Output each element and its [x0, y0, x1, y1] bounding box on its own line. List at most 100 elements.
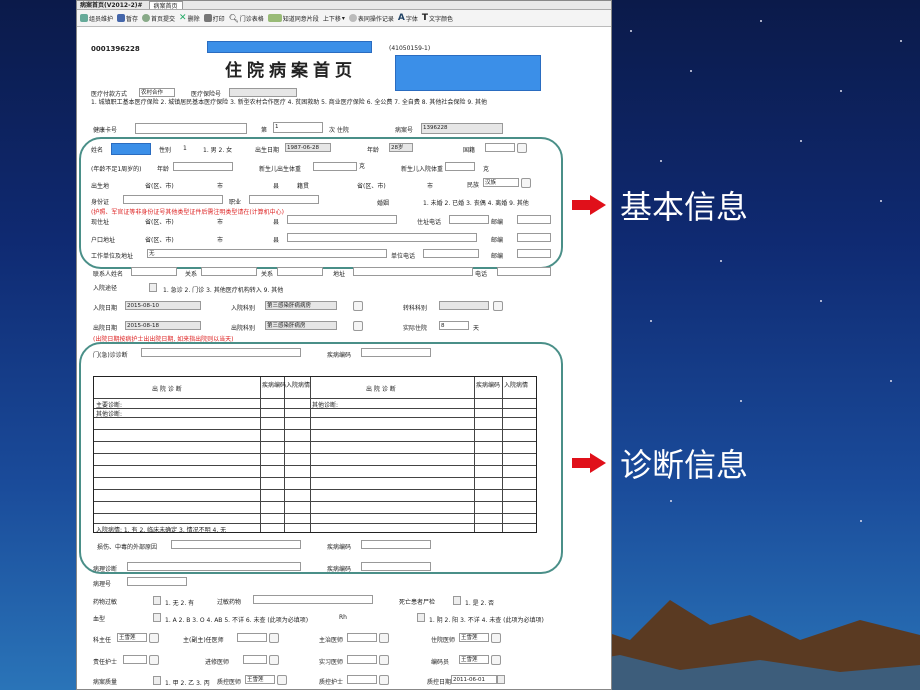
attending-label: 主治医师	[319, 637, 344, 644]
job-input[interactable]	[249, 195, 319, 204]
in-dept-input[interactable]: 第三感染肝病病房	[265, 301, 337, 310]
coder-input[interactable]: 王雪莲	[459, 655, 489, 664]
qc-doctor-pick-button[interactable]	[277, 675, 287, 685]
insurance-input[interactable]	[229, 88, 297, 97]
prov-label: 省(区、市)	[145, 183, 174, 190]
route-dropdown[interactable]	[149, 283, 157, 292]
work-phone-input[interactable]	[423, 249, 479, 258]
toolbar-btn-delete[interactable]: ✕ 删除	[179, 13, 200, 23]
injury-label: 损伤、中毒的外部原因	[97, 544, 158, 551]
zip-input[interactable]	[517, 215, 551, 224]
work-label: 工作单位及地址	[91, 253, 134, 260]
transfer-pick-button[interactable]	[493, 301, 503, 311]
address-input[interactable]	[287, 215, 397, 224]
attending-pick-button[interactable]	[379, 633, 389, 643]
toolbar-btn-save[interactable]: 暂存	[117, 14, 138, 23]
clinic-diag-input[interactable]	[141, 348, 301, 357]
qc-date-dropdown[interactable]	[497, 675, 505, 684]
chief-input[interactable]	[237, 633, 267, 642]
out-date-label: 出院日期	[93, 325, 118, 332]
toolbar-btn-clinic[interactable]: 🔍︎ 门诊表格	[229, 14, 264, 23]
qc-nurse-pick-button[interactable]	[379, 675, 389, 685]
phone-input[interactable]	[449, 215, 489, 224]
hukou-label: 户口地址	[91, 237, 116, 244]
newborn-weight-input[interactable]	[313, 162, 357, 171]
contact-input[interactable]	[131, 267, 177, 276]
quality-dropdown[interactable]	[153, 676, 161, 685]
nurse-input[interactable]	[123, 655, 147, 664]
toolbar-btn-font[interactable]: A 字体	[398, 13, 418, 23]
toolbar-btn-consent[interactable]: 知道同意片段	[267, 14, 319, 23]
rh-dropdown[interactable]	[417, 613, 425, 622]
path-no-input[interactable]	[127, 577, 187, 586]
blood-dropdown[interactable]	[153, 613, 161, 622]
nation-input[interactable]	[485, 143, 515, 152]
mountain-silhouette	[560, 600, 920, 690]
red-arrow-icon	[572, 453, 608, 473]
work-zip-input[interactable]	[517, 249, 551, 258]
in-dept-pick-button[interactable]	[353, 301, 363, 311]
path-code-input[interactable]	[361, 562, 431, 571]
nurse-pick-button[interactable]	[149, 655, 159, 665]
health-card-input[interactable]	[135, 123, 247, 134]
contact-addr-input[interactable]	[353, 267, 473, 276]
allergic-drug-input[interactable]	[253, 595, 373, 604]
idcard-input[interactable]	[123, 195, 223, 204]
days-input[interactable]: 8	[439, 321, 469, 330]
drug-allergy-dropdown[interactable]	[153, 596, 161, 605]
injury-code-input[interactable]	[361, 540, 431, 549]
injury-input[interactable]	[171, 540, 301, 549]
toolbar-btn-move[interactable]: 上下移 ▾	[323, 14, 345, 23]
toolbar-label: 字体	[405, 15, 418, 23]
submit-icon	[142, 14, 151, 22]
chief-label: 主(副主)任医师	[183, 637, 224, 644]
toolbar-btn-print[interactable]: 打印	[203, 14, 225, 23]
coder-pick-button[interactable]	[491, 655, 501, 665]
chief-pick-button[interactable]	[269, 633, 279, 643]
birth-input[interactable]: 1987-06-28	[285, 143, 331, 152]
resident-pick-button[interactable]	[491, 633, 501, 643]
resident-input[interactable]: 王雪莲	[459, 633, 489, 642]
relation2-input[interactable]	[277, 267, 323, 276]
newborn-in-input[interactable]	[445, 162, 475, 171]
ethnic-pick-button[interactable]	[521, 178, 531, 188]
work-input[interactable]: 无	[147, 249, 387, 258]
intern-pick-button[interactable]	[379, 655, 389, 665]
advanced-input[interactable]	[243, 655, 267, 664]
month-input[interactable]	[173, 162, 233, 171]
in-date-input[interactable]: 2015-08-10	[125, 301, 201, 310]
clinic-code-input[interactable]	[361, 348, 431, 357]
toolbar-btn-color[interactable]: T 文字颜色	[422, 13, 453, 23]
relation-input[interactable]	[201, 267, 257, 276]
out-dept-input[interactable]: 第三感染肝病房	[265, 321, 337, 330]
director-pick-button[interactable]	[149, 633, 159, 643]
qc-date-input[interactable]: 2011-06-01	[451, 675, 497, 684]
intern-input[interactable]	[347, 655, 377, 664]
director-input[interactable]: 王雪莲	[117, 633, 147, 642]
path-diag-input[interactable]	[127, 562, 301, 571]
out-dept-pick-button[interactable]	[353, 321, 363, 331]
ethnic-input[interactable]: 汉族	[483, 178, 519, 187]
tab-record[interactable]: 病案首页	[148, 1, 183, 10]
payment-select[interactable]: 农村合作	[139, 88, 175, 97]
sex-value[interactable]: 1	[183, 145, 187, 152]
nation-pick-button[interactable]	[517, 143, 527, 153]
name-input[interactable]	[111, 143, 151, 155]
advanced-pick-button[interactable]	[269, 655, 279, 665]
case-no-input[interactable]: 1396228	[421, 123, 503, 134]
times-input[interactable]: 1	[273, 122, 323, 133]
autopsy-dropdown[interactable]	[453, 596, 461, 605]
toolbar-btn-submit[interactable]: 首页提交	[142, 14, 175, 23]
toolbar-btn-log[interactable]: 表同操作记录	[348, 14, 394, 23]
qc-nurse-input[interactable]	[347, 675, 377, 684]
qc-doctor-input[interactable]: 王雪莲	[245, 675, 275, 684]
attending-input[interactable]	[347, 633, 377, 642]
hukou-zip-input[interactable]	[517, 233, 551, 242]
contact-phone-input[interactable]	[497, 267, 551, 276]
col-code: 疾病编码	[262, 382, 287, 389]
hukou-input[interactable]	[287, 233, 477, 242]
transfer-input[interactable]	[439, 301, 489, 310]
toolbar-btn-maintain[interactable]: 组员维护	[80, 14, 113, 23]
out-date-input[interactable]: 2015-08-18	[125, 321, 201, 330]
age-input[interactable]: 28岁	[389, 143, 413, 152]
